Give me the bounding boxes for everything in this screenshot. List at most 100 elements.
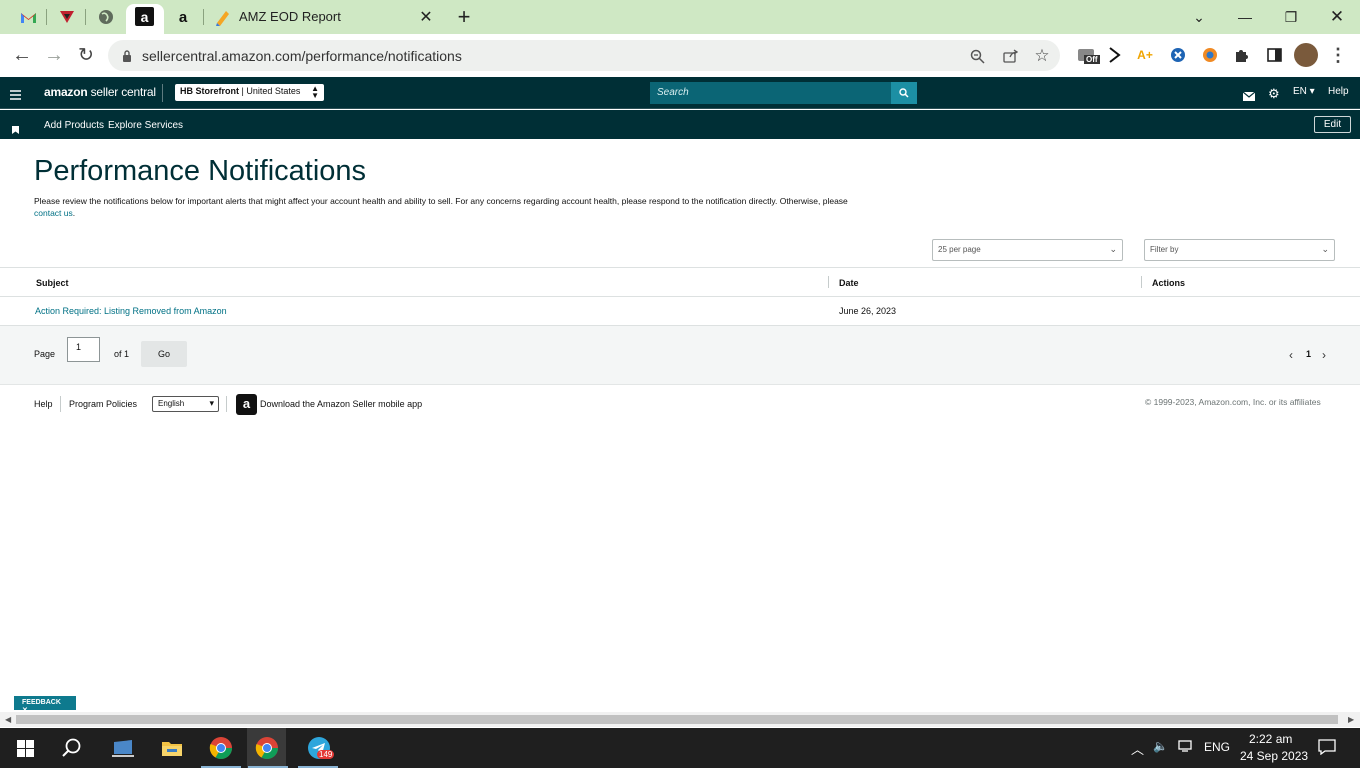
side-panel-icon[interactable]: [1263, 44, 1285, 66]
telegram-icon[interactable]: 149: [304, 733, 335, 763]
scroll-right-icon[interactable]: ▶: [1348, 715, 1354, 724]
settings-gear-icon[interactable]: ⚙: [1268, 86, 1280, 102]
edit-button[interactable]: Edit: [1314, 116, 1351, 133]
forward-icon[interactable]: →: [43, 44, 65, 66]
intro-text: Please review the notifications below fo…: [34, 196, 848, 218]
desktop-app-icon[interactable]: [108, 733, 138, 763]
gmail-tab-icon[interactable]: [18, 7, 38, 27]
lock-icon[interactable]: [116, 45, 138, 67]
language-selector[interactable]: EN ▾: [1293, 86, 1315, 97]
url-text[interactable]: sellercentral.amazon.com/performance/not…: [142, 48, 462, 64]
scout-extension-icon[interactable]: A+: [1134, 44, 1156, 66]
program-policies-link[interactable]: Program Policies: [69, 399, 137, 409]
reload-icon[interactable]: ↻: [75, 44, 97, 66]
chrome-icon[interactable]: [206, 733, 236, 763]
download-app-link[interactable]: Download the Amazon Seller mobile app: [260, 399, 422, 409]
tray-expand-icon[interactable]: ︿: [1131, 739, 1144, 758]
amazon-tab-icon: a: [135, 7, 154, 26]
horizontal-scrollbar[interactable]: ◀ ▶: [0, 712, 1360, 727]
bookmark-icon[interactable]: [12, 121, 19, 139]
next-page-icon[interactable]: ›: [1322, 348, 1326, 362]
seller-central-logo[interactable]: amazon seller central: [44, 85, 156, 99]
close-window-icon[interactable]: ✕: [1325, 5, 1349, 29]
go-button[interactable]: Go: [141, 341, 187, 367]
contact-us-link[interactable]: contact us: [34, 208, 73, 218]
page-number-input[interactable]: 1: [67, 337, 100, 362]
extensions-puzzle-icon[interactable]: [1231, 44, 1253, 66]
tab-search-icon[interactable]: ⌄: [1187, 5, 1211, 29]
clock-date[interactable]: 24 Sep 2023: [1240, 749, 1308, 763]
minimize-icon[interactable]: —: [1233, 5, 1257, 29]
footer-help-link[interactable]: Help: [34, 399, 53, 409]
feedback-button[interactable]: FEEDBACK ✕: [14, 696, 76, 714]
copyright-text: © 1999-2023, Amazon.com, Inc. or its aff…: [1145, 397, 1321, 407]
telegram-badge: 149: [317, 750, 335, 759]
pagination-bar: Page 1 of 1 Go ‹ 1 ›: [0, 326, 1360, 385]
new-tab-icon[interactable]: +: [452, 4, 476, 29]
divider: [162, 84, 163, 102]
previous-page-icon[interactable]: ‹: [1289, 348, 1293, 362]
column-header-subject[interactable]: Subject: [36, 278, 69, 288]
clock-time[interactable]: 2:22 am: [1249, 732, 1292, 746]
add-products-link[interactable]: Add Products: [44, 120, 104, 131]
scroll-left-icon[interactable]: ◀: [5, 715, 11, 724]
browser-tab-strip: a a AMZ EOD Report ✕ + ⌄ — ❐ ✕: [0, 0, 1360, 34]
vpn-tab-icon[interactable]: [57, 7, 77, 27]
restore-icon[interactable]: ❐: [1279, 5, 1303, 29]
notification-subject-link[interactable]: Action Required: Listing Removed from Am…: [35, 306, 227, 316]
close-tab-icon[interactable]: ✕: [414, 5, 438, 29]
chrome-active-icon[interactable]: [247, 728, 286, 768]
arrow-extension-icon[interactable]: [1104, 44, 1126, 66]
network-icon[interactable]: [1178, 740, 1194, 755]
current-page-number[interactable]: 1: [1306, 349, 1311, 359]
store-selector[interactable]: HB Storefront | United States ▲ ▼: [175, 84, 324, 101]
chevron-down-icon: ⌄: [1321, 244, 1329, 254]
explore-services-link[interactable]: Explore Services: [108, 120, 183, 131]
input-language[interactable]: ENG: [1204, 740, 1230, 754]
table-header: Subject Date Actions: [0, 267, 1360, 297]
active-tab[interactable]: a: [126, 4, 164, 34]
browser-menu-icon[interactable]: ⋮: [1327, 44, 1349, 66]
extension-badge: Off: [1084, 55, 1100, 64]
volume-icon[interactable]: 🔈: [1153, 739, 1168, 753]
column-header-date[interactable]: Date: [839, 278, 859, 288]
bookmark-star-icon[interactable]: ☆: [1031, 45, 1053, 67]
report-tab-icon[interactable]: [213, 7, 233, 27]
mail-icon[interactable]: [1242, 88, 1256, 106]
back-icon[interactable]: ←: [11, 44, 33, 66]
notification-date: June 26, 2023: [839, 306, 897, 316]
file-explorer-icon[interactable]: [157, 733, 187, 763]
notifications-icon[interactable]: [1318, 739, 1336, 758]
scrollbar-thumb[interactable]: [16, 715, 1338, 724]
chevron-down-icon: ⌄: [1109, 244, 1117, 254]
amazon-app-icon[interactable]: a: [236, 394, 257, 415]
search-input[interactable]: Search: [650, 82, 891, 104]
amazon-tab-icon[interactable]: a: [173, 7, 193, 27]
globe-tab-icon[interactable]: [96, 7, 116, 27]
seller-central-header: amazon seller central HB Storefront | Un…: [0, 77, 1360, 109]
help-link[interactable]: Help: [1328, 86, 1349, 97]
updown-arrow-icon: ▲ ▼: [311, 84, 319, 100]
per-page-select[interactable]: 25 per page ⌄: [932, 239, 1123, 261]
blue-extension-icon[interactable]: [1167, 44, 1189, 66]
quick-links-bar: Add Products Explore Services Edit: [0, 110, 1360, 139]
search-icon: [899, 88, 909, 98]
browser-toolbar: ← → ↻ sellercentral.amazon.com/performan…: [0, 34, 1360, 76]
windows-start-icon[interactable]: [10, 733, 40, 763]
address-bar[interactable]: sellercentral.amazon.com/performance/not…: [108, 40, 1060, 71]
zoom-icon[interactable]: [966, 45, 988, 67]
hamburger-menu-icon[interactable]: [10, 87, 21, 105]
tab-title[interactable]: AMZ EOD Report: [239, 9, 341, 24]
orange-extension-icon[interactable]: [1199, 44, 1221, 66]
share-icon[interactable]: [999, 45, 1021, 67]
profile-avatar[interactable]: [1294, 43, 1318, 67]
search-button[interactable]: [891, 82, 917, 104]
taskbar-search-icon[interactable]: [57, 733, 87, 763]
page-label: Page: [34, 349, 56, 359]
filter-select[interactable]: Filter by ⌄: [1144, 239, 1335, 261]
page-count: of 1: [114, 349, 130, 359]
column-header-actions: Actions: [1152, 278, 1186, 288]
extension-off-icon[interactable]: Off: [1073, 44, 1100, 66]
footer-language-select[interactable]: English ▾: [152, 396, 219, 412]
page-title: Performance Notifications: [34, 155, 367, 187]
